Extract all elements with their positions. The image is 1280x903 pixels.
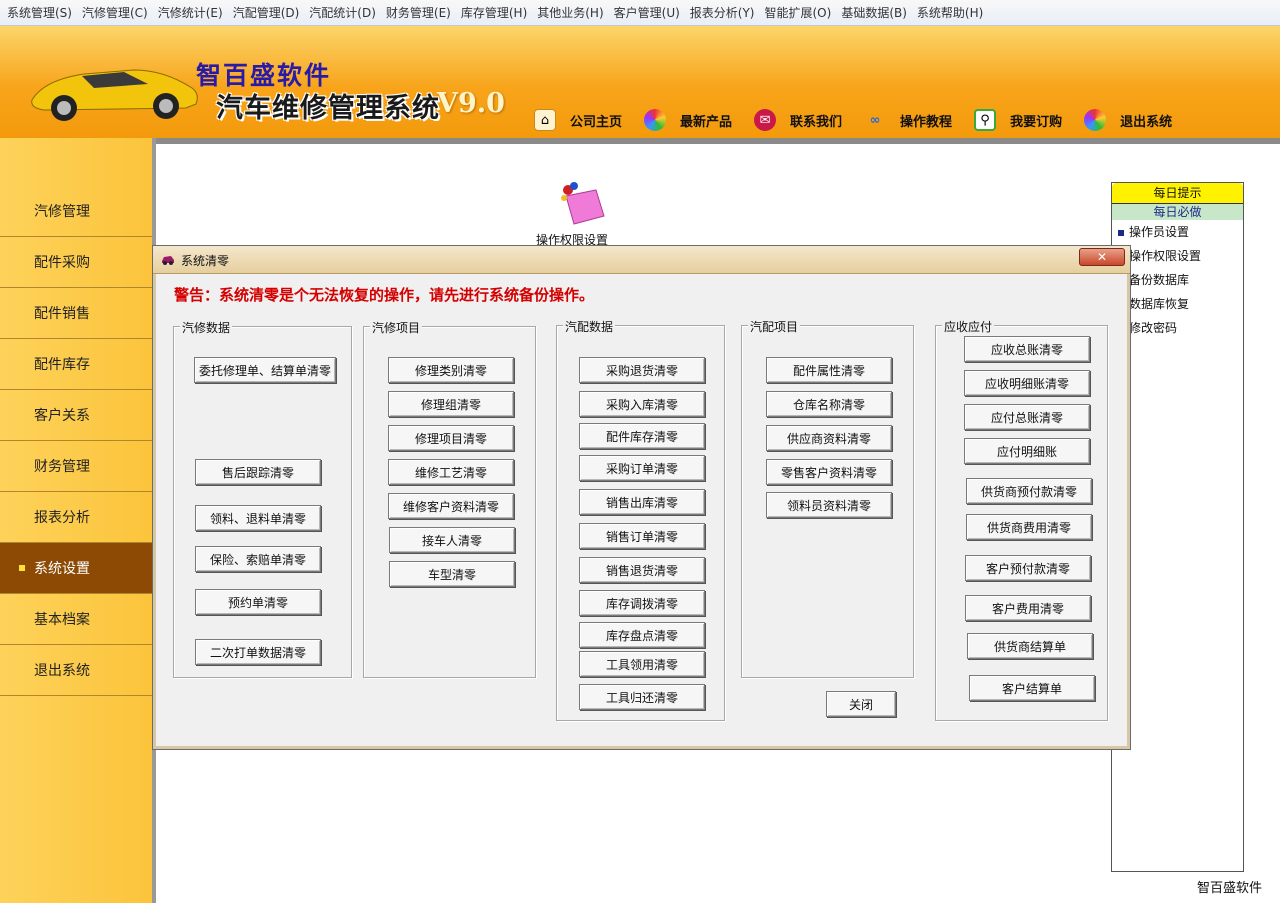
sidebar-item-repair[interactable]: 汽修管理 — [0, 186, 152, 237]
header-banner: 智百盛软件 汽车维修管理系统 V9.0 ⌂ 公司主页 最新产品 ✉ 联系我们 ∞… — [0, 26, 1280, 138]
product-name: 汽车维修管理系统 — [216, 93, 440, 124]
reset-repair-category-button[interactable]: 修理类别清零 — [388, 357, 514, 383]
dialog-close-x-button[interactable]: ✕ — [1079, 248, 1125, 266]
reset-repair-team-button[interactable]: 修理组清零 — [388, 391, 514, 417]
reset-tool-checkout-button[interactable]: 工具领用清零 — [579, 651, 705, 677]
link-tutorial[interactable]: ∞ 操作教程 — [864, 109, 964, 131]
tips-subtitle: 每日必做 — [1112, 204, 1243, 220]
sidebar-item-purchase[interactable]: 配件采购 — [0, 237, 152, 288]
sidebar-item-sales[interactable]: 配件销售 — [0, 288, 152, 339]
sidebar-item-crm[interactable]: 客户关系 — [0, 390, 152, 441]
link-home[interactable]: ⌂ 公司主页 — [534, 109, 634, 131]
reset-retail-customer-button[interactable]: 零售客户资料清零 — [766, 459, 892, 485]
car-icon — [162, 256, 174, 265]
chain-link-icon: ∞ — [869, 112, 881, 128]
reset-sales-return-button[interactable]: 销售退货清零 — [579, 557, 705, 583]
sidebar-item-exit[interactable]: 退出系统 — [0, 645, 152, 696]
dialog-title: 系统清零 — [181, 254, 230, 268]
link-new-products[interactable]: 最新产品 — [644, 109, 744, 131]
tip-item-operator[interactable]: 操作员设置 — [1118, 223, 1189, 240]
reset-stock-transfer-button[interactable]: 库存调拨清零 — [579, 590, 705, 616]
menu-parts-stats[interactable]: 汽配统计(D) — [306, 4, 383, 21]
sidebar-item-finance[interactable]: 财务管理 — [0, 441, 152, 492]
link-order[interactable]: ⚲ 我要订购 — [974, 109, 1074, 131]
menu-system[interactable]: 系统管理(S) — [4, 4, 79, 21]
permission-settings-icon[interactable] — [556, 180, 606, 228]
reset-appointment-button[interactable]: 预约单清零 — [195, 589, 321, 615]
sidebar-item-archive[interactable]: 基本档案 — [0, 594, 152, 645]
reset-parts-attribute-button[interactable]: 配件属性清零 — [766, 357, 892, 383]
active-bullet-icon — [19, 565, 25, 571]
menu-bar: 系统管理(S) 汽修管理(C) 汽修统计(E) 汽配管理(D) 汽配统计(D) … — [0, 0, 1280, 26]
menu-repair[interactable]: 汽修管理(C) — [79, 4, 155, 21]
reset-warehouse-name-button[interactable]: 仓库名称清零 — [766, 391, 892, 417]
sports-car-icon — [31, 69, 198, 121]
customer-statement-button[interactable]: 客户结算单 — [969, 675, 1095, 701]
close-button[interactable]: 关闭 — [826, 691, 896, 717]
reset-purchase-order-button[interactable]: 采购订单清零 — [579, 455, 705, 481]
home-icon: ⌂ — [534, 109, 556, 131]
sidebar: 汽修管理 配件采购 配件销售 配件库存 客户关系 财务管理 报表分析 系统设置 … — [0, 138, 156, 903]
menu-smart[interactable]: 智能扩展(O) — [762, 4, 839, 21]
reset-reprint-data-button[interactable]: 二次打单数据清零 — [195, 639, 321, 665]
reset-vehicle-model-button[interactable]: 车型清零 — [389, 561, 515, 587]
reset-receivable-ledger-button[interactable]: 应收总账清零 — [964, 336, 1090, 362]
reset-insurance-claim-button[interactable]: 保险、索赔单清零 — [195, 546, 321, 572]
reset-aftersales-button[interactable]: 售后跟踪清零 — [195, 459, 321, 485]
pinwheel-icon — [1084, 109, 1107, 131]
system-reset-dialog: 系统清零 ✕ 警告：系统清零是个无法恢复的操作，请先进行系统备份操作。 汽修数据… — [152, 245, 1131, 750]
link-contact[interactable]: ✉ 联系我们 — [754, 109, 854, 131]
reset-supplier-info-button[interactable]: 供应商资料清零 — [766, 425, 892, 451]
sidebar-item-reports[interactable]: 报表分析 — [0, 492, 152, 543]
reset-stocktaking-button[interactable]: 库存盘点清零 — [579, 622, 705, 648]
menu-finance[interactable]: 财务管理(E) — [383, 4, 458, 21]
reset-purchase-inbound-button[interactable]: 采购入库清零 — [579, 391, 705, 417]
link-exit[interactable]: 退出系统 — [1084, 109, 1184, 131]
menu-customer[interactable]: 客户管理(U) — [611, 4, 687, 21]
reset-receiver-button[interactable]: 接车人清零 — [389, 527, 515, 553]
reset-repair-customer-button[interactable]: 维修客户资料清零 — [388, 493, 514, 519]
reset-picker-info-button[interactable]: 领料员资料清零 — [766, 492, 892, 518]
reset-receivable-detail-button[interactable]: 应收明细账清零 — [964, 370, 1090, 396]
payable-detail-button[interactable]: 应付明细账 — [964, 438, 1090, 464]
menu-inventory[interactable]: 库存管理(H) — [458, 4, 534, 21]
reset-purchase-return-button[interactable]: 采购退货清零 — [579, 357, 705, 383]
reset-sales-outbound-button[interactable]: 销售出库清零 — [579, 489, 705, 515]
reset-tool-return-button[interactable]: 工具归还清零 — [579, 684, 705, 710]
reset-supplier-prepayment-button[interactable]: 供货商预付款清零 — [966, 478, 1092, 504]
warning-text: 警告：系统清零是个无法恢复的操作，请先进行系统备份操作。 — [174, 286, 595, 304]
bullet-icon — [1118, 229, 1124, 236]
pinwheel-icon — [644, 109, 667, 131]
reset-parts-stock-button[interactable]: 配件库存清零 — [579, 423, 705, 449]
footer-brand: 智百盛软件 — [1197, 881, 1263, 896]
menu-basic-data[interactable]: 基础数据(B) — [838, 4, 914, 21]
reset-repair-process-button[interactable]: 维修工艺清零 — [388, 459, 514, 485]
reset-material-requisition-button[interactable]: 领料、退料单清零 — [195, 505, 321, 531]
content-frame-border — [152, 138, 1280, 144]
tips-title: 每日提示 — [1112, 183, 1243, 204]
dialog-titlebar[interactable]: 系统清零 ✕ — [153, 246, 1130, 274]
magnifier-icon: ⚲ — [974, 109, 997, 131]
sidebar-item-settings[interactable]: 系统设置 — [0, 543, 152, 594]
header-links: ⌂ 公司主页 最新产品 ✉ 联系我们 ∞ 操作教程 ⚲ 我要订购 退出系统 — [534, 106, 1194, 134]
reset-repair-item-button[interactable]: 修理项目清零 — [388, 425, 514, 451]
reset-commission-settlement-button[interactable]: 委托修理单、结算单清零 — [194, 357, 336, 383]
reset-supplier-expense-button[interactable]: 供货商费用清零 — [966, 514, 1092, 540]
reset-customer-prepayment-button[interactable]: 客户预付款清零 — [965, 555, 1091, 581]
reset-customer-expense-button[interactable]: 客户费用清零 — [965, 595, 1091, 621]
menu-parts[interactable]: 汽配管理(D) — [230, 4, 307, 21]
product-version: V9.0 — [437, 88, 505, 119]
menu-help[interactable]: 系统帮助(H) — [914, 4, 990, 21]
contact-icon: ✉ — [754, 109, 777, 131]
menu-repair-stats[interactable]: 汽修统计(E) — [155, 4, 230, 21]
supplier-statement-button[interactable]: 供货商结算单 — [967, 633, 1093, 659]
reset-payable-ledger-button[interactable]: 应付总账清零 — [964, 404, 1090, 430]
menu-other[interactable]: 其他业务(H) — [534, 4, 610, 21]
dialog-body: 警告：系统清零是个无法恢复的操作，请先进行系统备份操作。 汽修数据 委托修理单、… — [159, 274, 1124, 745]
sidebar-item-inventory[interactable]: 配件库存 — [0, 339, 152, 390]
reset-sales-order-button[interactable]: 销售订单清零 — [579, 523, 705, 549]
menu-reports[interactable]: 报表分析(Y) — [687, 4, 762, 21]
